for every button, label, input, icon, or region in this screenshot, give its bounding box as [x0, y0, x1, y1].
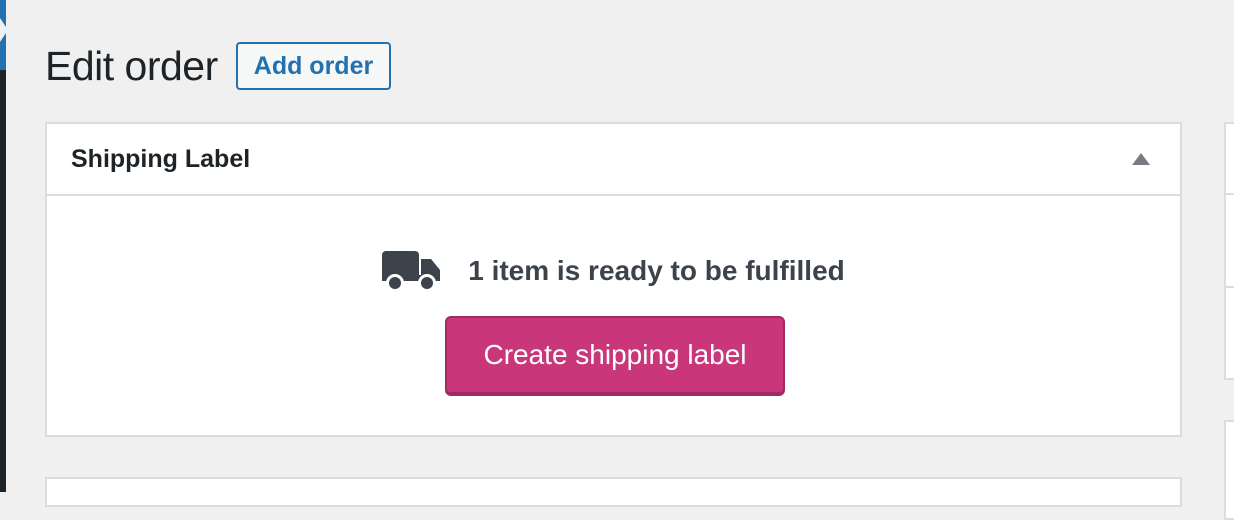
sidebar-meta-box: [1224, 122, 1234, 380]
page-title: Edit order: [45, 43, 218, 89]
next-meta-box: [45, 477, 1182, 507]
shipping-label-box-header: Shipping Label: [47, 124, 1180, 196]
sidebar-meta-box-lower: [1224, 420, 1234, 520]
fulfillment-status: 1 item is ready to be fulfilled: [47, 248, 1180, 294]
triangle-up-icon: [1132, 153, 1150, 165]
admin-menu-current-arrow: [0, 18, 8, 42]
shipping-label-box-content: 1 item is ready to be fulfilled Create s…: [47, 196, 1180, 435]
create-shipping-label-button[interactable]: Create shipping label: [445, 316, 785, 396]
page-header: Edit order Add order: [45, 40, 392, 92]
add-order-button[interactable]: Add order: [235, 42, 392, 90]
sidebar-meta-box-divider: [1224, 193, 1234, 195]
admin-menu-edge: [0, 0, 6, 492]
shipping-label-box: Shipping Label 1 item is ready to be ful…: [45, 122, 1182, 437]
shipping-label-box-title: Shipping Label: [71, 144, 251, 173]
fulfillment-status-text: 1 item is ready to be fulfilled: [468, 255, 845, 286]
collapse-toggle-button[interactable]: [1126, 144, 1156, 174]
sidebar-meta-box-divider: [1224, 286, 1234, 288]
truck-icon: [382, 251, 441, 292]
